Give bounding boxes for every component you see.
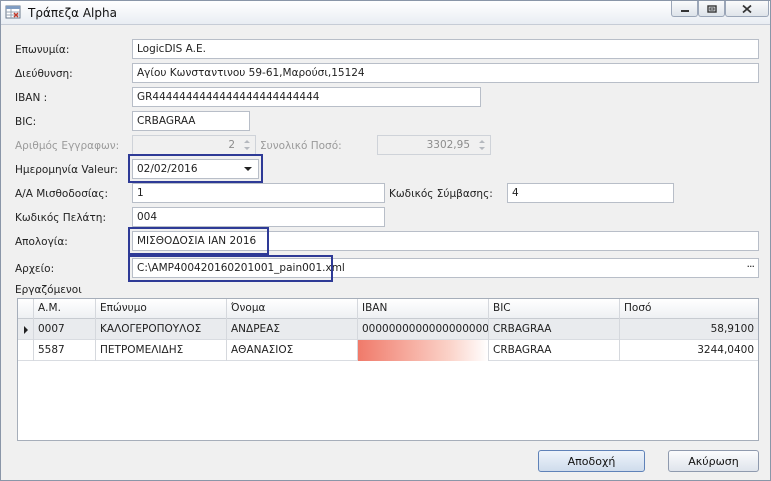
reason-field[interactable]: ΜΙΣΘΟΔΟΣΙΑ ΙΑΝ 2016 (132, 231, 759, 251)
table-row[interactable]: 5587 ΠΕΤΡΟΜΕΛΙΔΗΣ ΑΘΑΝΑΣΙΟΣ CRBAGRAA 324… (18, 340, 758, 361)
name-field[interactable]: LogicDIS A.E. (132, 39, 759, 59)
cell-name[interactable]: ΑΝΔΡΕΑΣ (227, 319, 358, 340)
employees-label: Εργαζόμενοι (15, 284, 82, 296)
row-indicator-header (18, 299, 34, 319)
value-date-label: Ημερομηνία Valeur: (15, 164, 118, 176)
cell-amount[interactable]: 3244,0400 (620, 340, 758, 361)
column-header-amount[interactable]: Ποσό (620, 299, 758, 319)
spreadsheet-icon (5, 5, 21, 19)
minimize-button[interactable] (671, 1, 698, 17)
column-header-bic[interactable]: BIC (489, 299, 620, 319)
browse-button[interactable]: ··· (747, 260, 755, 273)
row-indicator (18, 319, 34, 340)
cell-surname[interactable]: ΠΕΤΡΟΜΕΛΙΔΗΣ (96, 340, 227, 361)
iban-error-marker (358, 340, 488, 361)
cell-bic[interactable]: CRBAGRAA (489, 319, 620, 340)
customer-code-field[interactable]: 004 (132, 207, 385, 227)
total-amount-field: 3302,95 (377, 135, 491, 155)
iban-label: IBAN : (15, 92, 48, 104)
cell-iban[interactable]: 0000000000000000000... (358, 319, 489, 340)
accept-button[interactable]: Αποδοχή (538, 450, 645, 472)
reason-label: Απολογία: (15, 236, 68, 248)
grid-header: Α.Μ. Επώνυμο Όνομα IBAN BIC Ποσό (18, 299, 758, 319)
doc-count-label: Αριθμός Εγγραφων: (15, 140, 120, 152)
cell-am[interactable]: 0007 (34, 319, 96, 340)
spinner-icon (479, 140, 485, 150)
cell-amount[interactable]: 58,9100 (620, 319, 758, 340)
file-path: C:\AMP400420160201001_pain001.xml (137, 262, 345, 274)
restore-button[interactable] (698, 1, 725, 17)
table-row[interactable]: 0007 ΚΑΛΟΓΕΡΟΠΟΥΛΟΣ ΑΝΔΡΕΑΣ 000000000000… (18, 319, 758, 340)
cancel-button[interactable]: Ακύρωση (668, 450, 759, 472)
cell-surname[interactable]: ΚΑΛΟΓΕΡΟΠΟΥΛΟΣ (96, 319, 227, 340)
doc-count-field: 2 (132, 135, 256, 155)
name-label: Επωνυμία: (15, 44, 70, 56)
window-title: Τράπεζα Alpha (28, 6, 117, 20)
value-date-value: 02/02/2016 (137, 163, 198, 175)
column-header-iban[interactable]: IBAN (358, 299, 489, 319)
restore-icon (706, 4, 717, 13)
customer-code-label: Κωδικός Πελάτη: (15, 212, 106, 224)
row-indicator (18, 340, 34, 361)
address-field[interactable]: Αγίου Κωνσταντινου 59-61,Μαρούσι,15124 (132, 63, 759, 83)
value-date-picker[interactable]: 02/02/2016 (132, 159, 259, 179)
file-field[interactable]: C:\AMP400420160201001_pain001.xml ··· (132, 258, 759, 278)
file-label: Αρχείο: (15, 263, 55, 275)
close-button[interactable] (725, 1, 769, 17)
cell-iban-error[interactable] (358, 340, 489, 361)
doc-count-value: 2 (228, 139, 235, 151)
address-label: Διεύθυνση: (15, 68, 73, 80)
dialog-window: Τράπεζα Alpha Επωνυμία: LogicDIS A.E. Δι… (0, 0, 771, 481)
payroll-no-label: Α/Α Μισθοδοσίας: (15, 188, 109, 200)
chevron-down-icon[interactable] (240, 160, 256, 178)
cell-am[interactable]: 5587 (34, 340, 96, 361)
bic-field[interactable]: CRBAGRAA (132, 111, 250, 131)
total-amount-value: 3302,95 (426, 139, 470, 151)
column-header-am[interactable]: Α.Μ. (34, 299, 96, 319)
contract-code-field[interactable]: 4 (507, 183, 674, 203)
iban-field[interactable]: GR4444444444444444444444444 (132, 87, 481, 107)
total-amount-label: Συνολικό Ποσό: (260, 140, 342, 152)
cell-bic[interactable]: CRBAGRAA (489, 340, 620, 361)
payroll-no-field[interactable]: 1 (132, 183, 385, 203)
row-pointer-icon (24, 326, 28, 334)
bic-label: BIC: (15, 116, 37, 128)
minimize-icon (680, 9, 689, 12)
close-icon (742, 4, 752, 13)
spinner-icon (244, 140, 250, 150)
contract-code-label: Κωδικός Σύμβασης: (389, 188, 493, 200)
column-header-surname[interactable]: Επώνυμο (96, 299, 227, 319)
cell-name[interactable]: ΑΘΑΝΑΣΙΟΣ (227, 340, 358, 361)
title-bar[interactable]: Τράπεζα Alpha (1, 1, 770, 25)
employees-grid[interactable]: Α.Μ. Επώνυμο Όνομα IBAN BIC Ποσό 0007 ΚΑ… (17, 298, 759, 441)
column-header-name[interactable]: Όνομα (227, 299, 358, 319)
